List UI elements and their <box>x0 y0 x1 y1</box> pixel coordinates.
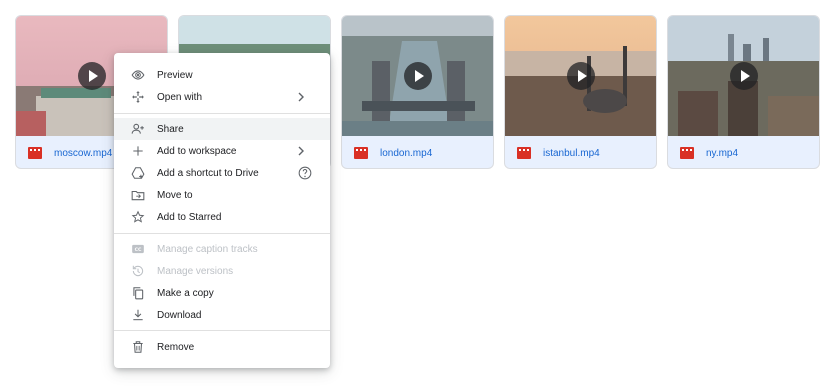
trash-icon <box>133 341 143 353</box>
chevron-right-icon <box>298 92 304 102</box>
video-file-icon <box>28 147 42 159</box>
download-icon <box>133 309 143 321</box>
closed-caption-icon: CC <box>132 244 144 254</box>
menu-item-share[interactable]: Share <box>114 118 330 140</box>
file-name: moscow.mp4 <box>54 147 113 159</box>
eye-icon <box>131 70 145 80</box>
menu-item-manage-captions: CC Manage caption tracks <box>114 238 330 260</box>
help-icon[interactable] <box>298 166 312 180</box>
file-name: ny.mp4 <box>706 147 739 159</box>
video-file-icon <box>517 147 531 159</box>
play-icon <box>77 62 106 90</box>
file-card-istanbul[interactable]: istanbul.mp4 <box>504 15 657 169</box>
star-icon <box>131 210 145 223</box>
svg-text:CC: CC <box>135 247 142 253</box>
menu-item-download[interactable]: Download <box>114 304 330 326</box>
menu-item-open-with[interactable]: Open with <box>114 86 330 108</box>
menu-item-preview[interactable]: Preview <box>114 64 330 86</box>
add-person-icon <box>131 123 144 134</box>
plus-icon <box>133 146 143 156</box>
play-icon <box>566 62 595 90</box>
video-file-icon <box>680 147 694 159</box>
menu-item-add-starred[interactable]: Add to Starred <box>114 206 330 228</box>
menu-divider <box>114 113 330 114</box>
play-icon <box>403 62 432 90</box>
copy-icon <box>133 287 144 300</box>
menu-item-make-copy[interactable]: Make a copy <box>114 282 330 304</box>
drive-shortcut-icon <box>131 167 145 179</box>
video-file-icon <box>354 147 368 159</box>
menu-divider <box>114 330 330 331</box>
menu-item-add-shortcut[interactable]: Add a shortcut to Drive <box>114 162 330 184</box>
video-thumbnail <box>668 16 819 136</box>
file-name: london.mp4 <box>380 147 433 159</box>
folder-move-icon <box>131 190 145 201</box>
menu-item-move-to[interactable]: Move to <box>114 184 330 206</box>
context-menu: Preview Open with Share Add to workspace… <box>114 53 330 368</box>
play-icon <box>729 62 758 90</box>
chevron-right-icon <box>298 146 304 156</box>
menu-item-add-to-workspace[interactable]: Add to workspace <box>114 140 330 162</box>
file-card-london[interactable]: london.mp4 <box>341 15 494 169</box>
file-name: istanbul.mp4 <box>543 147 600 159</box>
file-card-ny[interactable]: ny.mp4 <box>667 15 820 169</box>
history-icon <box>132 265 144 277</box>
video-thumbnail <box>342 16 493 136</box>
move-arrows-icon <box>132 91 144 103</box>
menu-item-remove[interactable]: Remove <box>114 336 330 358</box>
menu-item-manage-versions: Manage versions <box>114 260 330 282</box>
menu-divider <box>114 233 330 234</box>
video-thumbnail <box>505 16 656 136</box>
